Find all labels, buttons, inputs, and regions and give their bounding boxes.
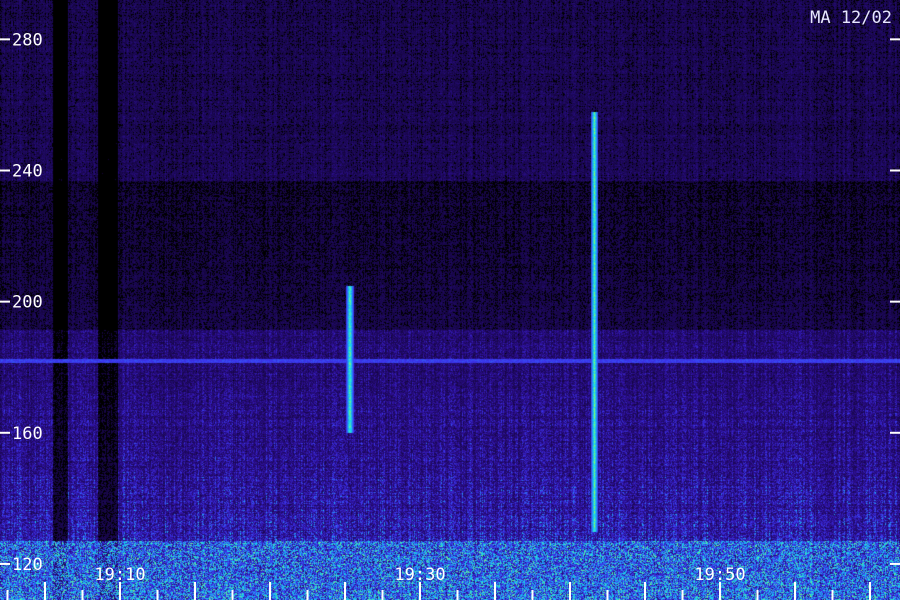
chart-overlay: 120 160 200 240 280 19:10 19:30 19:50 MA 12/02 [0, 8, 900, 600]
x-axis: 19:10 19:30 19:50 [6, 565, 871, 600]
station-label: MA 12/02 [810, 8, 892, 28]
y-axis-right [890, 38, 900, 565]
y-tick-label: 160 [12, 424, 43, 444]
y-tick-label: 280 [12, 30, 43, 50]
y-tick-label: 120 [12, 555, 43, 575]
x-tick-label: 19:10 [94, 565, 145, 585]
y-axis-left: 120 160 200 240 280 [0, 30, 43, 575]
y-tick-label: 240 [12, 161, 43, 181]
x-tick-label: 19:50 [694, 565, 745, 585]
x-tick-label: 19:30 [394, 565, 445, 585]
y-tick-label: 200 [12, 293, 43, 313]
